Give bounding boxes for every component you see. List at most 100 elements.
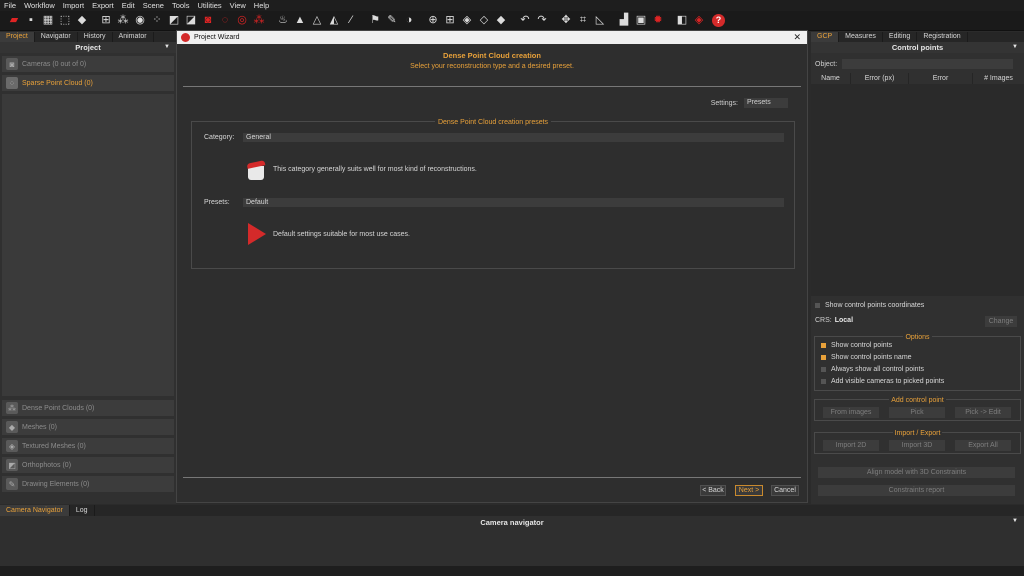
menu-view[interactable]: View	[230, 1, 246, 10]
show-coords-checkbox[interactable]: Show control points coordinates	[815, 302, 924, 309]
option-add-visible-cameras[interactable]: Add visible cameras to picked points	[821, 378, 944, 385]
shapes-icon[interactable]: ◑	[401, 13, 417, 29]
next-button[interactable]: Next >	[735, 485, 763, 496]
crop-tool-icon[interactable]: ⌗	[575, 13, 591, 29]
option-show-control-points[interactable]: Show control points	[821, 342, 892, 349]
tree-item-drawing-elements[interactable]: ✎ Drawing Elements (0)	[2, 476, 174, 492]
rotate-icon[interactable]: ◌	[217, 13, 233, 29]
option-always-show-all[interactable]: Always show all control points	[821, 366, 924, 373]
menu-help[interactable]: Help	[254, 1, 269, 10]
ruler-icon[interactable]: ◺	[592, 13, 608, 29]
panel-menu-arrow-icon[interactable]: ▼	[1012, 518, 1018, 524]
tree-item-cameras[interactable]: ◙ Cameras (0 out of 0)	[2, 56, 174, 72]
category-select[interactable]: General	[243, 133, 784, 142]
shaded-cube-icon[interactable]: ◈	[459, 13, 475, 29]
grid-sphere-icon[interactable]: ⊕	[425, 13, 441, 29]
pick-button[interactable]: Pick	[889, 407, 945, 418]
tab-editing[interactable]: Editing	[883, 32, 918, 42]
points-icon[interactable]: ⁘	[149, 13, 165, 29]
tree-item-textured-meshes[interactable]: ◈ Textured Meshes (0)	[2, 438, 174, 454]
col-images[interactable]: # Images	[973, 73, 1024, 84]
crop-icon[interactable]: ◪	[183, 13, 199, 29]
view-cube-icon[interactable]: ◧	[674, 13, 690, 29]
brush-icon[interactable]: ⁄	[343, 13, 359, 29]
tab-measures[interactable]: Measures	[839, 32, 883, 42]
control-points-table[interactable]	[811, 84, 1024, 296]
gcp-icon[interactable]: ⚑	[367, 13, 383, 29]
redo-icon[interactable]: ↷	[534, 13, 550, 29]
wire-cube-icon[interactable]: ◇	[476, 13, 492, 29]
light-icon[interactable]: ♨	[275, 13, 291, 29]
checkbox-box[interactable]	[821, 367, 826, 372]
tree-item-sparse-point-cloud[interactable]: ⁘ Sparse Point Cloud (0)	[2, 75, 174, 91]
red-cube-icon[interactable]: ◈	[691, 13, 707, 29]
pick-edit-button[interactable]: Pick -> Edit	[955, 407, 1011, 418]
textured-triangle-icon[interactable]: ◭	[326, 13, 342, 29]
menu-workflow[interactable]: Workflow	[24, 1, 55, 10]
sphere-icon[interactable]: ◉	[132, 13, 148, 29]
menu-tools[interactable]: Tools	[172, 1, 190, 10]
panel-menu-arrow-icon[interactable]: ▼	[1012, 42, 1018, 53]
cameras-icon[interactable]: ▦	[40, 13, 56, 29]
triangles-icon[interactable]: ▲	[292, 13, 308, 29]
cube-icon[interactable]: ◆	[74, 13, 90, 29]
measure-icon[interactable]: ✎	[384, 13, 400, 29]
transform-icon[interactable]: ✥	[558, 13, 574, 29]
export-all-button[interactable]: Export All	[955, 440, 1011, 451]
col-error[interactable]: Error	[909, 73, 973, 84]
change-crs-button[interactable]: Change	[985, 316, 1017, 327]
mesh-select-icon[interactable]: ⊞	[98, 13, 114, 29]
tab-animator[interactable]: Animator	[113, 32, 154, 42]
presets-select[interactable]: Default	[243, 198, 784, 207]
menu-import[interactable]: Import	[63, 1, 84, 10]
import-2d-button[interactable]: Import 2D	[823, 440, 879, 451]
menu-scene[interactable]: Scene	[143, 1, 164, 10]
menu-export[interactable]: Export	[92, 1, 114, 10]
cluster-icon[interactable]: ⁂	[251, 13, 267, 29]
settings-gear-icon[interactable]: ✹	[650, 13, 666, 29]
checkbox-box[interactable]	[815, 303, 820, 308]
tree-item-meshes[interactable]: ◆ Meshes (0)	[2, 419, 174, 435]
col-name[interactable]: Name	[811, 73, 851, 84]
undo-icon[interactable]: ↶	[517, 13, 533, 29]
align-model-button[interactable]: Align model with 3D Constraints	[818, 467, 1015, 478]
save-icon[interactable]: ▪	[23, 13, 39, 29]
tree-item-orthophotos[interactable]: ◩ Orthophotos (0)	[2, 457, 174, 473]
menu-edit[interactable]: Edit	[122, 1, 135, 10]
from-images-button[interactable]: From images	[823, 407, 879, 418]
back-button[interactable]: < Back	[700, 485, 726, 496]
filter-icon[interactable]: ⁂	[115, 13, 131, 29]
help-icon[interactable]: ?	[712, 14, 725, 27]
tab-registration[interactable]: Registration	[917, 32, 968, 42]
close-icon[interactable]: ✕	[793, 32, 801, 43]
open-project-icon[interactable]: ▰	[6, 13, 22, 29]
calendar-icon[interactable]: ▣	[633, 13, 649, 29]
camera-icon[interactable]: ◙	[200, 13, 216, 29]
menu-file[interactable]: File	[4, 1, 16, 10]
tab-log[interactable]: Log	[70, 505, 95, 516]
add-cameras-icon[interactable]: ⬚	[57, 13, 73, 29]
menu-utilities[interactable]: Utilities	[197, 1, 221, 10]
constraints-report-button[interactable]: Constraints report	[818, 485, 1015, 496]
record-icon[interactable]: ◎	[234, 13, 250, 29]
checkbox-box[interactable]	[821, 379, 826, 384]
histogram-icon[interactable]: ▟	[616, 13, 632, 29]
tab-history[interactable]: History	[78, 32, 113, 42]
panel-menu-arrow-icon[interactable]: ▼	[164, 42, 170, 53]
tree-item-dense-point-clouds[interactable]: ⁂ Dense Point Clouds (0)	[2, 400, 174, 416]
checkbox-box[interactable]	[821, 355, 826, 360]
tab-gcp[interactable]: GCP	[811, 32, 840, 42]
cancel-button[interactable]: Cancel	[771, 485, 799, 496]
tab-camera-navigator[interactable]: Camera Navigator	[0, 505, 70, 516]
checkbox-box[interactable]	[821, 343, 826, 348]
tab-project[interactable]: Project	[0, 32, 35, 42]
option-show-control-points-name[interactable]: Show control points name	[821, 354, 912, 361]
settings-select[interactable]: Presets	[744, 98, 788, 108]
wire-triangle-icon[interactable]: △	[309, 13, 325, 29]
ortho-icon[interactable]: ◩	[166, 13, 182, 29]
solid-cube-icon[interactable]: ◆	[493, 13, 509, 29]
import-3d-button[interactable]: Import 3D	[889, 440, 945, 451]
col-error-px[interactable]: Error (px)	[851, 73, 909, 84]
tab-navigator[interactable]: Navigator	[35, 32, 78, 42]
object-select[interactable]	[842, 59, 1014, 69]
